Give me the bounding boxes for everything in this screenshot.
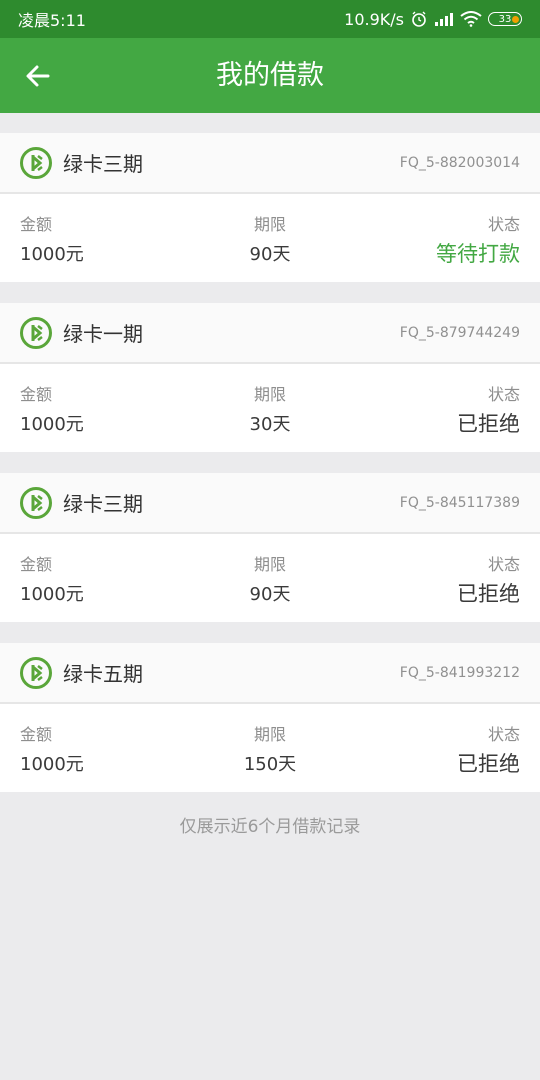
alarm-icon: [412, 11, 426, 27]
page-title: 我的借款: [216, 60, 324, 91]
term-value: 150天: [243, 754, 297, 775]
status-label: 状态: [488, 385, 521, 404]
order-number: FQ_5-841993212: [399, 664, 520, 681]
term-value: 30天: [249, 414, 291, 435]
loan-card[interactable]: 绿卡三期 FQ_5-882003014 金额 1000元 期限 90天 状态 等…: [0, 133, 540, 282]
term-column: 期限 90天: [187, 194, 354, 266]
loan-card-header: 绿卡三期 FQ_5-845117389: [0, 473, 540, 534]
amount-value: 1000元: [20, 414, 84, 435]
loan-card-body: 金额 1000元 期限 30天 状态 已拒绝: [0, 364, 540, 452]
battery-level: 33: [498, 13, 512, 25]
amount-value: 1000元: [20, 244, 84, 265]
amount-label: 金额: [20, 555, 53, 574]
loan-card-header: 绿卡一期 FQ_5-879744249: [0, 303, 540, 364]
term-column: 期限 90天: [187, 534, 354, 606]
amount-column: 金额 1000元: [20, 534, 187, 606]
loan-card-body: 金额 1000元 期限 90天 状态 等待打款: [0, 194, 540, 282]
term-column: 期限 150天: [187, 704, 354, 776]
green-card-logo-icon: [20, 316, 52, 349]
status-column: 状态 已拒绝: [353, 534, 520, 608]
loan-card[interactable]: 绿卡三期 FQ_5-845117389 金额 1000元 期限 90天 状态 已…: [0, 473, 540, 622]
green-card-logo-icon: [20, 146, 52, 179]
term-label: 期限: [254, 555, 287, 574]
product-name: 绿卡五期: [63, 662, 143, 686]
wifi-icon: [460, 11, 482, 27]
status-value: 已拒绝: [457, 412, 521, 436]
signal-icon: [435, 13, 453, 26]
loan-card-body: 金额 1000元 期限 150天 状态 已拒绝: [0, 704, 540, 792]
status-value: 已拒绝: [457, 582, 521, 606]
status-value: 等待打款: [436, 242, 521, 266]
network-speed: 10.9K/s: [344, 9, 404, 29]
status-column: 状态 已拒绝: [353, 704, 520, 778]
loan-card-body: 金额 1000元 期限 90天 状态 已拒绝: [0, 534, 540, 622]
amount-label: 金额: [20, 385, 53, 404]
order-number: FQ_5-845117389: [399, 494, 520, 511]
status-label: 状态: [488, 725, 521, 744]
amount-column: 金额 1000元: [20, 704, 187, 776]
product-name: 绿卡一期: [63, 322, 143, 346]
status-time: 凌晨5:11: [18, 11, 86, 30]
term-value: 90天: [249, 244, 291, 265]
amount-value: 1000元: [20, 754, 84, 775]
status-value: 已拒绝: [457, 752, 521, 776]
term-label: 期限: [254, 215, 287, 234]
footer-note: 仅展示近6个月借款记录: [179, 817, 361, 837]
order-number: FQ_5-882003014: [399, 154, 520, 171]
loan-card-header: 绿卡三期 FQ_5-882003014: [0, 133, 540, 194]
loan-list: 绿卡三期 FQ_5-882003014 金额 1000元 期限 90天 状态 等…: [0, 133, 540, 813]
loan-card[interactable]: 绿卡五期 FQ_5-841993212 金额 1000元 期限 150天 状态 …: [0, 643, 540, 792]
loan-card[interactable]: 绿卡一期 FQ_5-879744249 金额 1000元 期限 30天 状态 已…: [0, 303, 540, 452]
green-card-logo-icon: [20, 656, 52, 689]
green-card-logo-icon: [20, 486, 52, 519]
amount-label: 金额: [20, 725, 53, 744]
battery-indicator: 33: [488, 12, 522, 26]
product-name: 绿卡三期: [63, 152, 143, 176]
amount-column: 金额 1000元: [20, 194, 187, 266]
amount-label: 金额: [20, 215, 53, 234]
product-name: 绿卡三期: [63, 492, 143, 516]
app-bar: 我的借款: [0, 38, 540, 113]
term-label: 期限: [254, 385, 287, 404]
amount-value: 1000元: [20, 584, 84, 605]
term-label: 期限: [254, 725, 287, 744]
term-value: 90天: [249, 584, 291, 605]
status-label: 状态: [488, 215, 521, 234]
term-column: 期限 30天: [187, 364, 354, 436]
amount-column: 金额 1000元: [20, 364, 187, 436]
status-column: 状态 等待打款: [353, 194, 520, 268]
order-number: FQ_5-879744249: [399, 324, 520, 341]
status-column: 状态 已拒绝: [353, 364, 520, 438]
status-right: 10.9K/s 33: [344, 10, 522, 29]
status-label: 状态: [488, 555, 521, 574]
loan-card-header: 绿卡五期 FQ_5-841993212: [0, 643, 540, 704]
status-bar: 凌晨5:11 10.9K/s 33: [0, 0, 540, 38]
